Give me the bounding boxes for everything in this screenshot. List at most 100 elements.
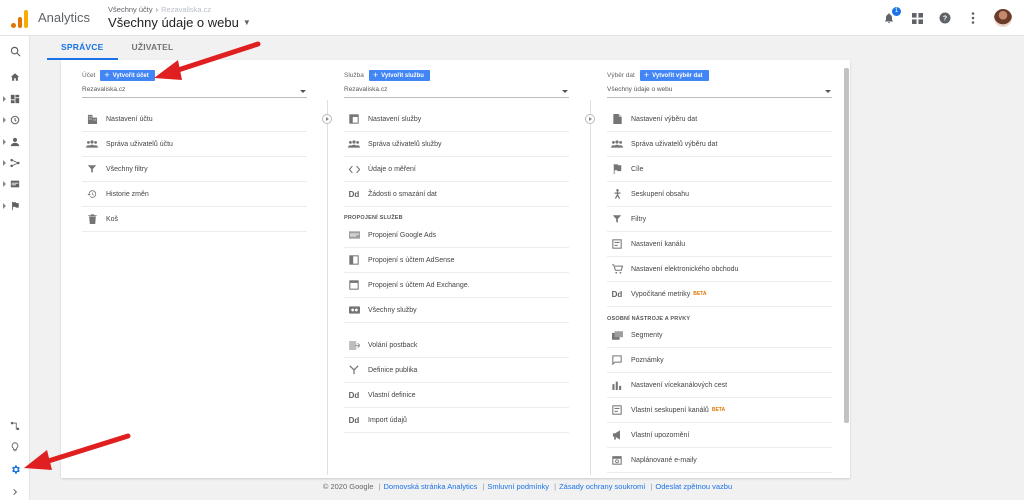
scrollbar[interactable] <box>844 68 849 423</box>
all-products-icon <box>348 304 360 316</box>
red-arrow-annotation-icon <box>24 433 131 470</box>
breadcrumb-all-accounts[interactable]: Všechny účty <box>108 5 153 14</box>
audience-definitions-item[interactable]: Definice publika <box>344 358 569 383</box>
change-history-item[interactable]: Historie změn <box>82 182 307 207</box>
view-label: Výběr dat <box>607 72 635 79</box>
realtime-clock-icon[interactable] <box>0 110 30 130</box>
breadcrumb-account[interactable]: Rezavaliska.cz <box>161 5 211 14</box>
custom-alerts-item[interactable]: Vlastní upozornění <box>607 423 832 448</box>
channel-icon <box>611 404 623 416</box>
create-view-button[interactable]: + Vytvořit výběr dat <box>639 70 709 81</box>
column-divider <box>590 100 591 475</box>
goals-item[interactable]: Cíle <box>607 157 832 182</box>
home-icon[interactable] <box>0 67 30 87</box>
top-bar: Analytics Všechny účty › Rezavaliska.cz … <box>0 0 1024 36</box>
help-icon[interactable]: ? <box>938 11 952 25</box>
adsense-icon <box>348 254 360 266</box>
trash-item[interactable]: Koš <box>82 207 307 232</box>
cart-icon <box>611 263 623 275</box>
plus-icon: + <box>643 70 650 80</box>
data-deletion-requests-item[interactable]: Dd Žádosti o smazání dat <box>344 182 569 207</box>
chevron-right-expand-icon[interactable] <box>0 482 30 500</box>
megaphone-icon <box>611 429 623 441</box>
caret-down-icon: ▼ <box>242 18 251 27</box>
document-icon <box>611 113 623 125</box>
all-products-item[interactable]: Všechny služby <box>344 298 569 323</box>
left-nav-rail <box>0 36 30 500</box>
create-account-button[interactable]: + Vytvořit účet <box>100 70 155 81</box>
flag-icon <box>611 163 623 175</box>
custom-definitions-item[interactable]: Dd Vlastní definice <box>344 383 569 408</box>
copyright: © 2020 Google <box>322 482 374 491</box>
property-user-management-item[interactable]: Správa uživatelů služby <box>344 132 569 157</box>
account-user-management-item[interactable]: Správa uživatelů účtu <box>82 132 307 157</box>
bars-icon <box>611 379 623 391</box>
breadcrumb[interactable]: Všechny účty › Rezavaliska.cz Všechny úd… <box>108 5 251 30</box>
annotations-item[interactable]: Poznámky <box>607 348 832 373</box>
footer-link-terms[interactable]: Smluvní podmínky <box>487 482 549 491</box>
postbacks-item[interactable]: Volání postback <box>344 333 569 358</box>
arrow-right-circle-icon <box>322 114 332 124</box>
view-filters-item[interactable]: Filtry <box>607 207 832 232</box>
calculated-metrics-item[interactable]: Dd Vypočítané metriky BETA <box>607 282 832 307</box>
customization-dashboard-icon[interactable] <box>0 89 30 109</box>
account-settings-item[interactable]: Nastavení účtu <box>82 107 307 132</box>
notification-badge: 1 <box>892 7 901 16</box>
dd-icon: Dd <box>348 189 360 199</box>
scheduled-emails-item[interactable]: Naplánované e-maily <box>607 448 832 473</box>
property-settings-item[interactable]: Nastavení služby <box>344 107 569 132</box>
all-filters-item[interactable]: Všechny filtry <box>82 157 307 182</box>
account-label: Účet <box>82 72 96 79</box>
product-linking-section-title: PROPOJENÍ SLUŽEB <box>344 215 403 221</box>
apps-grid-icon[interactable] <box>910 11 924 25</box>
ecommerce-settings-item[interactable]: Nastavení elektronického obchodu <box>607 257 832 282</box>
behavior-icon[interactable] <box>0 174 30 194</box>
filter-icon <box>611 213 623 225</box>
account-selector[interactable]: Rezavaliska.cz <box>82 86 307 98</box>
footer-link-analytics-home[interactable]: Domovská stránka Analytics <box>383 482 477 491</box>
data-import-item[interactable]: Dd Import údajů <box>344 408 569 433</box>
conversions-flag-icon[interactable] <box>0 196 30 216</box>
create-property-button[interactable]: + Vytvořit službu <box>368 70 430 81</box>
dropdown-arrow-icon <box>562 90 568 93</box>
beta-badge: BETA <box>693 291 707 297</box>
footer-link-privacy[interactable]: Zásady ochrany soukromí <box>559 482 645 491</box>
view-selector[interactable]: Všechny údaje o webu ▼ <box>108 15 251 30</box>
history-icon <box>86 188 98 200</box>
filter-icon <box>86 163 98 175</box>
custom-channel-grouping-item[interactable]: Vlastní seskupení kanálů BETA <box>607 398 832 423</box>
notifications-bell-icon[interactable]: 1 <box>882 7 901 25</box>
content-grouping-item[interactable]: Seskupení obsahu <box>607 182 832 207</box>
analytics-logo-icon[interactable] <box>8 5 34 31</box>
audience-person-icon[interactable] <box>0 132 30 152</box>
ads-icon <box>348 229 360 241</box>
channel-settings-item[interactable]: Nastavení kanálu <box>607 232 832 257</box>
footer-link-feedback[interactable]: Odeslat zpětnou vazbu <box>655 482 732 491</box>
dropdown-arrow-icon <box>300 90 306 93</box>
trash-icon <box>86 213 98 225</box>
channel-icon <box>611 238 623 250</box>
tracking-info-item[interactable]: Údaje o měření <box>344 157 569 182</box>
view-user-management-item[interactable]: Správa uživatelů výběru dat <box>607 132 832 157</box>
dropdown-arrow-icon <box>825 90 831 93</box>
multichannel-settings-item[interactable]: Nastavení vícekanálových cest <box>607 373 832 398</box>
view-selector[interactable]: Všechny údaje o webu <box>607 86 832 98</box>
notes-icon <box>611 354 623 366</box>
footer: © 2020 Google | Domovská stránka Analytic… <box>322 482 733 491</box>
google-ads-linking-item[interactable]: Propojení Google Ads <box>344 223 569 248</box>
acquisition-icon[interactable] <box>0 153 30 173</box>
view-column: Výběr dat + Vytvořit výběr dat Všechny ú… <box>607 60 832 478</box>
dd-icon: Dd <box>611 289 623 299</box>
property-selector[interactable]: Rezavaliska.cz <box>344 86 569 98</box>
tab-spravce[interactable]: SPRÁVCE <box>47 36 118 60</box>
view-settings-item[interactable]: Nastavení výběru dat <box>607 107 832 132</box>
search-icon[interactable] <box>0 41 30 61</box>
users-icon <box>348 138 360 150</box>
audience-icon <box>348 364 360 376</box>
ad-exchange-linking-item[interactable]: Propojení s účtem Ad Exchange. <box>344 273 569 298</box>
more-vert-icon[interactable] <box>966 11 980 25</box>
segments-item[interactable]: Segmenty <box>607 323 832 348</box>
adsense-linking-item[interactable]: Propojení s účtem AdSense <box>344 248 569 273</box>
beta-badge: BETA <box>711 407 726 413</box>
avatar[interactable] <box>994 9 1012 27</box>
